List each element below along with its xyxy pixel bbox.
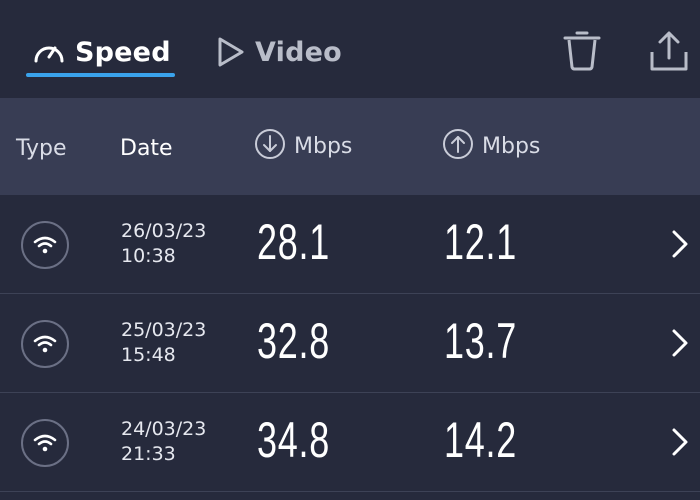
chevron-right-icon[interactable] <box>670 229 690 263</box>
column-upload-header[interactable]: Mbps <box>442 98 540 195</box>
download-speed-value: 32.8 <box>257 313 330 369</box>
tab-video-label: Video <box>255 36 342 68</box>
result-time: 15:48 <box>121 344 176 366</box>
result-date: 25/03/23 <box>121 319 207 341</box>
wifi-icon <box>21 419 69 467</box>
chevron-right-icon[interactable] <box>670 427 690 461</box>
column-type-header[interactable]: Type <box>16 100 67 197</box>
upload-speed-value: 13.7 <box>444 313 517 369</box>
tab-video[interactable]: Video <box>216 30 342 74</box>
result-time: 21:33 <box>121 443 176 465</box>
result-timestamp: 24/03/23 21:33 <box>121 417 206 467</box>
download-speed-value: 28.1 <box>257 214 330 270</box>
wifi-icon <box>21 221 69 269</box>
result-row[interactable]: 25/03/23 15:48 32.8 13.7 <box>0 294 700 393</box>
upload-unit-label: Mbps <box>482 134 541 159</box>
upload-speed-value: 12.1 <box>444 214 517 270</box>
speedtest-results-screen: Speed Video Type Date Mbps Mbps 26/03/23… <box>0 0 700 500</box>
result-date: 24/03/23 <box>121 418 207 440</box>
download-arrow-icon <box>254 128 294 166</box>
play-icon <box>216 36 246 68</box>
result-row[interactable]: 24/03/23 21:33 34.8 14.2 <box>0 393 700 492</box>
result-row[interactable]: 26/03/23 10:38 28.1 12.1 <box>0 195 700 294</box>
download-speed-value: 34.8 <box>257 412 330 468</box>
result-time: 10:38 <box>121 245 176 267</box>
wifi-icon <box>21 320 69 368</box>
active-tab-indicator <box>26 73 175 77</box>
chevron-right-icon[interactable] <box>670 328 690 362</box>
upload-speed-value: 14.2 <box>444 412 517 468</box>
trash-icon[interactable] <box>562 30 602 76</box>
column-download-header[interactable]: Mbps <box>254 98 352 195</box>
tab-speed[interactable]: Speed <box>32 30 171 74</box>
result-timestamp: 25/03/23 15:48 <box>121 318 206 368</box>
share-icon[interactable] <box>648 30 690 76</box>
column-date-header[interactable]: Date <box>120 100 173 197</box>
column-header: Type Date Mbps Mbps <box>0 98 700 195</box>
result-date: 26/03/23 <box>121 220 207 242</box>
result-timestamp: 26/03/23 10:38 <box>121 219 206 269</box>
download-unit-label: Mbps <box>294 134 353 159</box>
top-tab-bar: Speed Video <box>0 0 700 98</box>
upload-arrow-icon <box>442 128 482 166</box>
speedometer-icon <box>32 37 66 67</box>
tab-speed-label: Speed <box>75 36 171 68</box>
